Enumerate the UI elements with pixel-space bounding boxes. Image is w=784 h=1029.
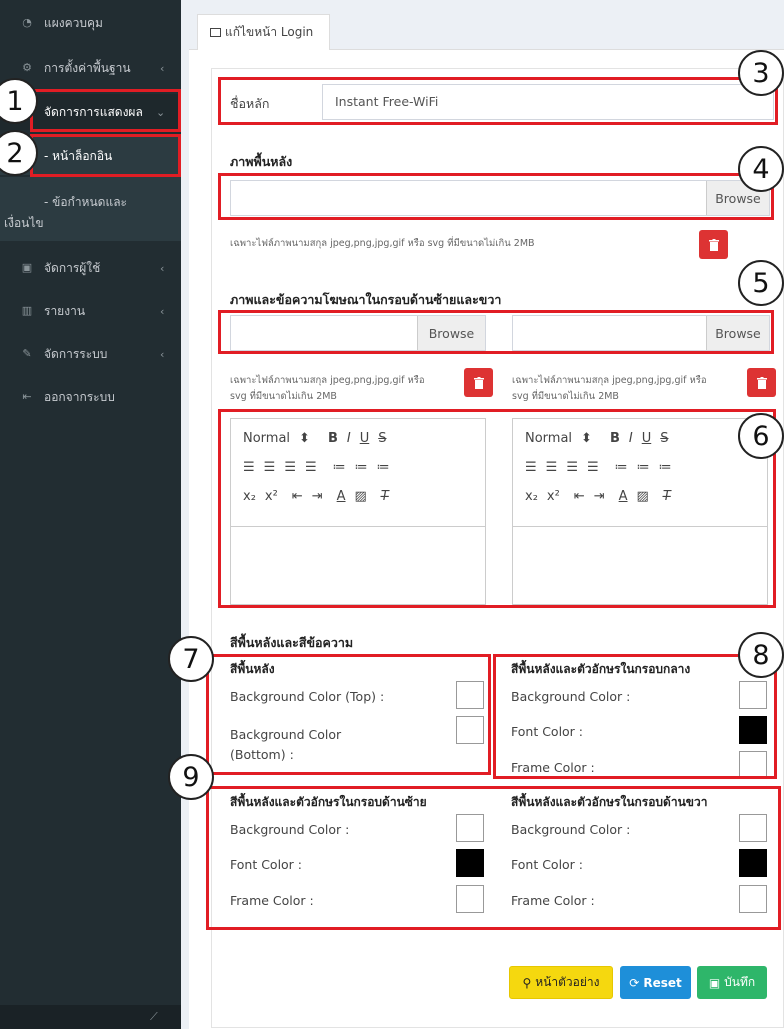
sidebar-item-logout[interactable]: ⇤ ออกจากระบบ bbox=[0, 380, 181, 414]
image-icon bbox=[210, 28, 221, 37]
user-icon: ▣ bbox=[21, 261, 33, 274]
callout-3: 3 bbox=[738, 50, 784, 96]
delete-button-left[interactable] bbox=[464, 368, 493, 397]
annotation-box-1 bbox=[30, 89, 181, 132]
tab-edit-login[interactable]: แก้ไขหน้า Login bbox=[197, 14, 330, 50]
preview-button[interactable]: ⚲ หน้าตัวอย่าง bbox=[509, 966, 613, 999]
callout-6: 6 bbox=[738, 413, 784, 459]
callout-7: 7 bbox=[168, 636, 214, 682]
callout-8: 8 bbox=[738, 632, 784, 678]
callout-4: 4 bbox=[738, 146, 784, 192]
logout-icon: ⇤ bbox=[22, 390, 32, 403]
gear-icon: ⚙ bbox=[22, 61, 32, 74]
ad-right-note-1: เฉพาะไฟล์ภาพนามสกุล jpeg,png,jpg,gif หรื… bbox=[512, 375, 707, 386]
colors-heading: สีพื้นหลังและสีข้อความ bbox=[230, 635, 354, 650]
callout-5: 5 bbox=[738, 260, 784, 306]
chevron-left-icon: ‹ bbox=[160, 261, 165, 275]
chevron-left-icon: ‹ bbox=[160, 304, 165, 318]
sidebar-item-settings[interactable]: ⚙ การตั้งค่าพื้นฐาน ‹ bbox=[0, 51, 181, 85]
ad-left-note-2: svg ที่มีขนาดไม่เกิน 2MB bbox=[230, 391, 337, 402]
trash-icon bbox=[473, 376, 484, 389]
reset-button[interactable]: ⟳ Reset bbox=[620, 966, 691, 999]
trash-icon bbox=[708, 238, 719, 251]
search-icon: ⚲ bbox=[522, 975, 532, 990]
sidebar-toggle-icon[interactable]: ⟋ bbox=[150, 1010, 158, 1024]
bg-image-heading: ภาพพื้นหลัง bbox=[230, 154, 293, 169]
sidebar-item-dashboard[interactable]: ◔ แผงควบคุม bbox=[0, 6, 181, 40]
sidebar-item-terms[interactable]: - ข้อกำหนดและ เงื่อนไข bbox=[0, 177, 181, 241]
dashboard-icon: ◔ bbox=[22, 16, 32, 29]
callout-9: 9 bbox=[168, 754, 214, 800]
delete-button[interactable] bbox=[699, 230, 728, 259]
chevron-left-icon: ‹ bbox=[160, 61, 165, 75]
ad-right-note-2: svg ที่มีขนาดไม่เกิน 2MB bbox=[512, 391, 619, 402]
refresh-icon: ⟳ bbox=[629, 975, 640, 990]
sidebar-item-reports[interactable]: ▥ รายงาน ‹ bbox=[0, 294, 181, 328]
chart-icon: ▥ bbox=[21, 304, 33, 317]
trash-icon bbox=[756, 376, 767, 389]
save-icon: ▣ bbox=[708, 975, 721, 990]
delete-button-right[interactable] bbox=[747, 368, 776, 397]
annotation-box-9 bbox=[206, 786, 781, 930]
annotation-box-2 bbox=[30, 134, 181, 177]
chevron-left-icon: ‹ bbox=[160, 347, 165, 361]
annotation-box-4 bbox=[218, 173, 774, 220]
ads-heading: ภาพและข้อความโฆษณาในกรอบด้านซ้ายและขวา bbox=[230, 292, 502, 307]
annotation-box-3 bbox=[218, 77, 778, 125]
annotation-box-5 bbox=[218, 310, 774, 354]
sidebar-item-system[interactable]: ✎ จัดการระบบ ‹ bbox=[0, 337, 181, 371]
wrench-icon: ✎ bbox=[22, 347, 32, 360]
ad-left-note-1: เฉพาะไฟล์ภาพนามสกุล jpeg,png,jpg,gif หรื… bbox=[230, 375, 425, 386]
annotation-box-7 bbox=[206, 654, 491, 775]
annotation-box-6 bbox=[218, 409, 776, 608]
sidebar-item-users[interactable]: ▣ จัดการผู้ใช้ ‹ bbox=[0, 251, 181, 285]
bg-image-note: เฉพาะไฟล์ภาพนามสกุล jpeg,png,jpg,gif หรื… bbox=[230, 238, 535, 249]
save-button[interactable]: ▣ บันทึก bbox=[697, 966, 767, 999]
annotation-box-8 bbox=[493, 654, 777, 779]
